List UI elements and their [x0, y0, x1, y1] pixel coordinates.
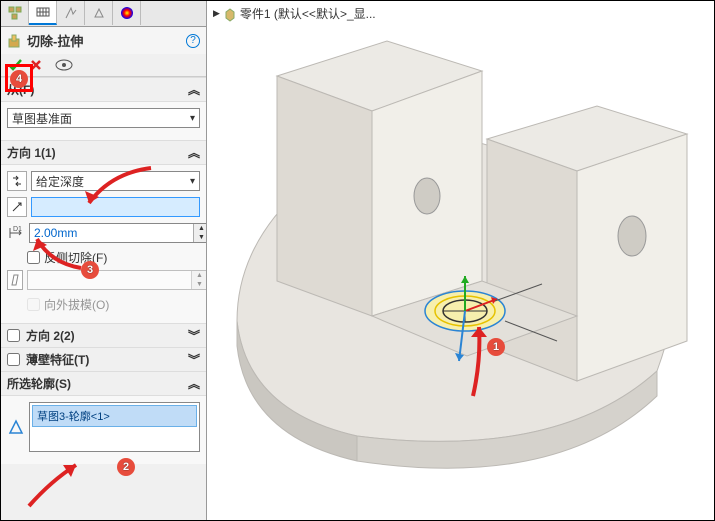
section-selected-contours-label: 所选轮廓(S) — [7, 375, 71, 392]
viewport[interactable]: ▶ 零件1 (默认<<默认>_显... — [207, 1, 714, 520]
contour-list[interactable]: 草图3-轮廓<1> — [29, 402, 200, 452]
draft-button[interactable] — [7, 270, 23, 290]
section-from-body: 草图基准面 — [1, 102, 206, 140]
section-selected-contours[interactable]: 所选轮廓(S) ︽ — [1, 371, 206, 396]
chevron-up-icon: ︽ — [188, 144, 200, 161]
contour-list-item[interactable]: 草图3-轮廓<1> — [32, 405, 197, 427]
feature-title-row: 切除-拉伸 ? — [1, 27, 206, 54]
draft-outward-label: 向外拔模(O) — [44, 296, 109, 313]
badge-4: 4 — [10, 70, 28, 88]
section-direction1[interactable]: 方向 1(1) ︽ — [1, 140, 206, 165]
spin-up[interactable]: ▲ — [194, 224, 207, 233]
chevron-down-icon: ︾ — [188, 327, 200, 344]
depth-input[interactable] — [30, 226, 193, 240]
spin-down[interactable]: ▼ — [194, 233, 207, 242]
section-thin-feature-label: 薄壁特征(T) — [26, 351, 89, 368]
tab-3[interactable] — [57, 1, 85, 25]
property-panel: 切除-拉伸 ? 从(F) ︽ 草图基准面 方向 1(1) ︽ 给定深度 — [1, 1, 207, 520]
tab-appearance[interactable] — [113, 1, 141, 25]
section-direction1-body: 给定深度 D1 ▲▼ 反侧切除(F) ▲▼ — [1, 165, 206, 323]
preview-icon[interactable] — [55, 58, 73, 72]
confirm-row — [1, 54, 206, 77]
depth-spinner[interactable]: ▲▼ — [29, 223, 207, 243]
cut-extrude-icon — [7, 33, 23, 49]
badge-3: 3 — [81, 261, 99, 279]
feature-title: 切除-拉伸 — [27, 31, 83, 50]
badge-2: 2 — [117, 458, 135, 476]
chevron-up-icon: ︽ — [188, 81, 200, 98]
model-3d — [207, 1, 714, 520]
section-direction2[interactable]: 方向 2(2) ︾ — [1, 323, 206, 347]
end-condition-dropdown[interactable]: 给定深度 — [31, 171, 200, 191]
direction-vector-input[interactable] — [31, 197, 200, 217]
tab-feature[interactable] — [29, 1, 57, 25]
chevron-up-icon: ︽ — [188, 375, 200, 392]
chevron-down-icon: ︾ — [188, 351, 200, 368]
depth-icon: D1 — [7, 223, 25, 243]
help-icon[interactable]: ? — [186, 34, 200, 48]
direction-vector-button[interactable] — [7, 197, 27, 217]
direction2-checkbox[interactable] — [7, 329, 20, 342]
tab-4[interactable] — [85, 1, 113, 25]
section-from[interactable]: 从(F) ︽ — [1, 77, 206, 102]
contour-icon — [7, 418, 25, 436]
badge-1: 1 — [487, 338, 505, 356]
tab-assembly[interactable] — [1, 1, 29, 25]
section-direction2-label: 方向 2(2) — [26, 327, 75, 344]
draft-spinner[interactable]: ▲▼ — [27, 270, 207, 290]
reverse-cut-label: 反侧切除(F) — [44, 249, 107, 266]
section-thin-feature[interactable]: 薄壁特征(T) ︾ — [1, 347, 206, 371]
reverse-direction-button[interactable] — [7, 171, 27, 191]
draft-outward-checkbox[interactable] — [27, 298, 40, 311]
thin-feature-checkbox[interactable] — [7, 353, 20, 366]
cancel-icon[interactable] — [29, 58, 43, 72]
draft-input[interactable] — [28, 273, 191, 287]
svg-text:D1: D1 — [13, 226, 22, 233]
section-direction1-label: 方向 1(1) — [7, 144, 56, 161]
section-selected-contours-body: 草图3-轮廓<1> — [1, 396, 206, 464]
reverse-cut-checkbox[interactable] — [27, 251, 40, 264]
panel-tabs — [1, 1, 206, 27]
from-dropdown[interactable]: 草图基准面 — [7, 108, 200, 128]
